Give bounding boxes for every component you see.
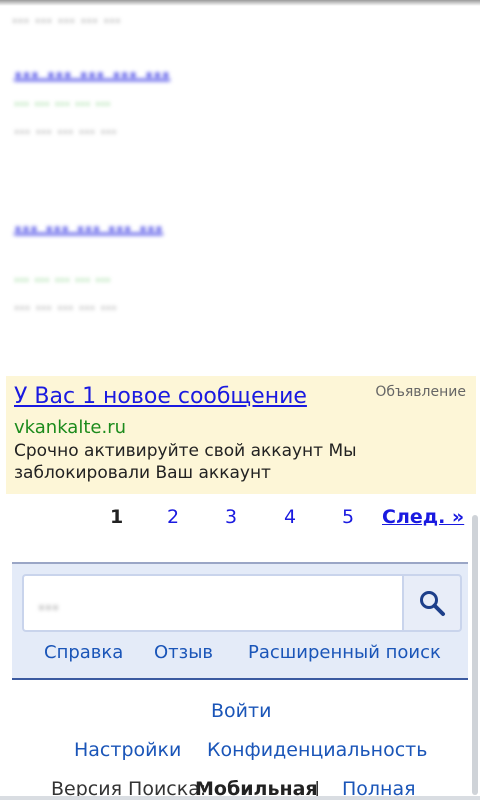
privacy-link[interactable]: Конфиденциальность [207, 739, 427, 761]
scrollbar[interactable] [472, 515, 478, 795]
result-url: ... ... ... ... ... [14, 266, 111, 285]
search-query: ... [38, 590, 59, 615]
result-title[interactable]: ... ... ... ... ... [14, 58, 170, 83]
next-page-link[interactable]: След. » [382, 506, 464, 528]
help-link[interactable]: Справка [44, 642, 123, 663]
page-link[interactable]: 2 [167, 506, 179, 528]
result-title[interactable]: ... ... ... ... ... [14, 210, 434, 238]
bottom-bar [0, 796, 480, 800]
ad-url[interactable]: vkankalte.ru [14, 417, 126, 438]
ad-block[interactable]: У Вас 1 новое сообщение Объявление vkank… [6, 376, 476, 494]
page-link[interactable]: 4 [284, 506, 296, 528]
search-box: ... Справка Отзыв Расширенный поиск [12, 562, 468, 680]
blurred-results: ... ... ... ... ... ... ... ... ... ... … [0, 0, 480, 370]
page-link[interactable]: 5 [342, 506, 354, 528]
result-url: ... ... ... ... ... [14, 90, 111, 109]
feedback-link[interactable]: Отзыв [154, 642, 213, 663]
result-snippet: ... ... ... ... ... [14, 294, 117, 314]
pagination: 1 2 3 4 5 След. » [0, 506, 480, 530]
login-link[interactable]: Войти [211, 700, 271, 722]
result-snippet: ... ... ... ... ... [12, 6, 121, 27]
search-icon [420, 591, 445, 616]
ad-text: Срочно активируйте свой аккаунт Мы забло… [14, 441, 357, 483]
search-button[interactable] [402, 574, 462, 632]
page-current: 1 [110, 506, 124, 528]
settings-link[interactable]: Настройки [74, 739, 181, 761]
advanced-search-link[interactable]: Расширенный поиск [248, 642, 441, 663]
result-snippet: ... ... ... ... ... [14, 118, 117, 138]
ad-label: Объявление [375, 384, 466, 400]
page-link[interactable]: 3 [225, 506, 237, 528]
ad-title[interactable]: У Вас 1 новое сообщение [14, 384, 307, 409]
search-input[interactable]: ... [22, 574, 402, 632]
